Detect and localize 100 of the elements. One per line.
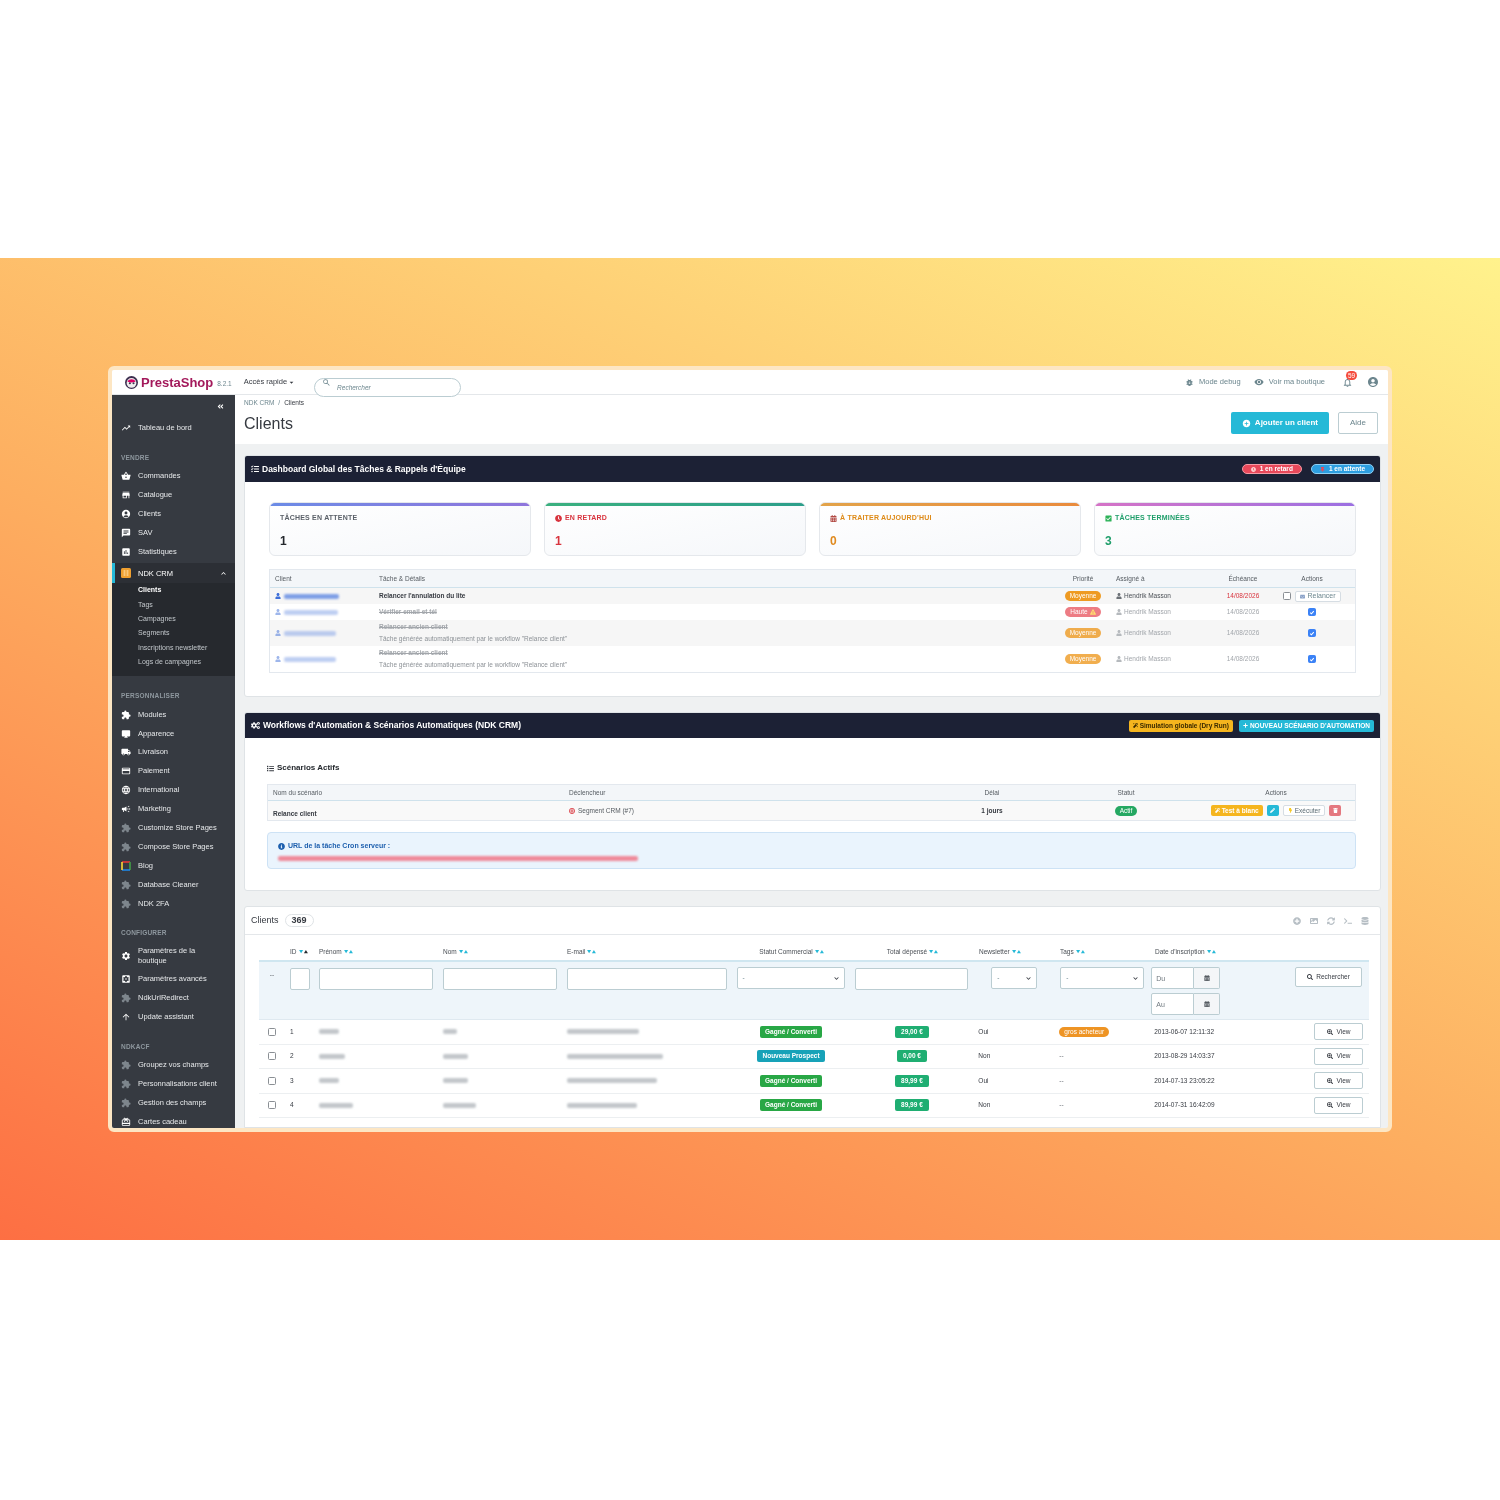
user-icon	[1116, 609, 1122, 615]
puzzle-icon	[121, 898, 131, 909]
puzzle-icon	[121, 1060, 131, 1071]
list-icon	[267, 764, 274, 772]
checkbox[interactable]	[1308, 655, 1316, 663]
user-icon	[1116, 656, 1122, 662]
collapse-icon[interactable]	[217, 402, 224, 410]
edit-button[interactable]	[1266, 805, 1279, 816]
clock-icon	[555, 515, 562, 522]
puzzle-icon	[121, 993, 131, 1004]
bell-icon[interactable]	[1342, 376, 1353, 388]
panel-title: Workflows d'Automation & Scénarios Automatiques (NDK CRM)	[263, 719, 521, 732]
zoom-in-icon	[1326, 1102, 1333, 1109]
stat-value: 3	[1105, 534, 1112, 548]
search-icon	[322, 377, 332, 387]
database-icon[interactable]	[1361, 916, 1369, 925]
blurred-text	[442, 1029, 457, 1035]
plus-icon	[1242, 723, 1248, 728]
bug-icon	[1185, 377, 1194, 387]
truck-icon	[121, 747, 131, 758]
calendar-icon	[1203, 1001, 1210, 1007]
puzzle-icon	[121, 1097, 131, 1108]
zoom-in-icon	[1326, 1028, 1333, 1035]
user-icon	[275, 593, 281, 599]
section-title: Scénarios Actifs	[277, 762, 340, 774]
checkbox[interactable]	[1308, 608, 1316, 616]
blurred-text	[284, 630, 336, 636]
sort-icon[interactable]	[298, 949, 308, 954]
puzzle-icon	[121, 879, 131, 890]
info-icon	[278, 842, 285, 850]
user-icon	[275, 656, 281, 662]
module-tile-icon	[121, 568, 131, 579]
delete-button[interactable]	[1329, 805, 1342, 816]
add-icon[interactable]	[1293, 916, 1301, 925]
trash-icon	[1332, 808, 1338, 813]
tasks-icon	[251, 465, 259, 473]
blurred-text	[284, 609, 338, 615]
checkbox[interactable]	[1308, 629, 1316, 637]
stat-value: 0	[830, 534, 837, 548]
chevron-down-icon	[1133, 975, 1139, 981]
user-icon	[1116, 593, 1122, 599]
calendar-button[interactable]	[1194, 967, 1221, 989]
filter-field[interactable]	[442, 968, 557, 990]
user-icon	[275, 630, 281, 636]
blurred-text	[442, 1078, 468, 1084]
blurred-text	[318, 1078, 339, 1084]
logo-icon	[125, 375, 138, 389]
checkbox[interactable]	[268, 1027, 276, 1036]
stat-value: 1	[555, 534, 562, 548]
credit-card-icon	[121, 766, 131, 777]
calendar-button[interactable]	[1194, 993, 1221, 1015]
monitor-icon	[121, 728, 131, 739]
page-title: Clients	[244, 415, 294, 433]
stat-value: 1	[280, 534, 287, 548]
checkbox[interactable]	[268, 1076, 276, 1085]
filter-field[interactable]	[566, 968, 727, 990]
filter-field[interactable]	[289, 968, 310, 990]
settings-icon	[121, 951, 131, 962]
blurred-text	[566, 1102, 637, 1108]
store-icon	[121, 490, 131, 501]
megaphone-icon	[121, 804, 131, 815]
calendar-icon	[1203, 975, 1210, 981]
blurred-text	[284, 593, 339, 599]
filter-field[interactable]	[855, 968, 969, 990]
search-icon	[1307, 974, 1314, 980]
image-icon[interactable]	[1310, 916, 1318, 925]
refresh-icon[interactable]	[1327, 916, 1335, 925]
puzzle-icon	[121, 841, 131, 852]
globe-icon	[121, 785, 131, 796]
bar-chart-icon	[121, 547, 131, 557]
blurred-text	[318, 1102, 353, 1108]
lightning-icon	[1287, 808, 1293, 813]
checkbox[interactable]	[1283, 592, 1292, 600]
chevron-down-icon	[1026, 975, 1032, 981]
basket-icon	[121, 471, 131, 482]
settings-icon	[121, 974, 131, 985]
blurred-text	[284, 656, 336, 662]
checkbox[interactable]	[268, 1101, 276, 1110]
wand-icon	[1132, 723, 1138, 728]
target-icon	[569, 807, 575, 814]
checkbox[interactable]	[268, 1052, 276, 1061]
puzzle-icon	[121, 709, 131, 720]
chevron-down-icon	[833, 975, 839, 981]
terminal-icon[interactable]	[1344, 916, 1352, 925]
warning-icon	[1089, 609, 1096, 615]
wand-icon	[1214, 808, 1220, 813]
trending-up-icon	[121, 423, 131, 433]
user-avatar-icon[interactable]	[1367, 376, 1379, 388]
gears-icon	[251, 721, 260, 730]
panel-title: Clients	[251, 913, 279, 927]
user-icon	[275, 609, 281, 615]
panel-title: Dashboard Global des Tâches & Rappels d'Équipe	[262, 462, 466, 476]
chat-icon	[121, 528, 131, 539]
blurred-text	[442, 1053, 468, 1059]
eye-icon	[1253, 377, 1264, 387]
pencil-icon	[1270, 808, 1276, 813]
filter-field[interactable]	[318, 968, 433, 990]
clock-icon	[1250, 466, 1256, 472]
help-button[interactable]: Aide	[1338, 412, 1378, 434]
puzzle-icon	[121, 823, 131, 833]
